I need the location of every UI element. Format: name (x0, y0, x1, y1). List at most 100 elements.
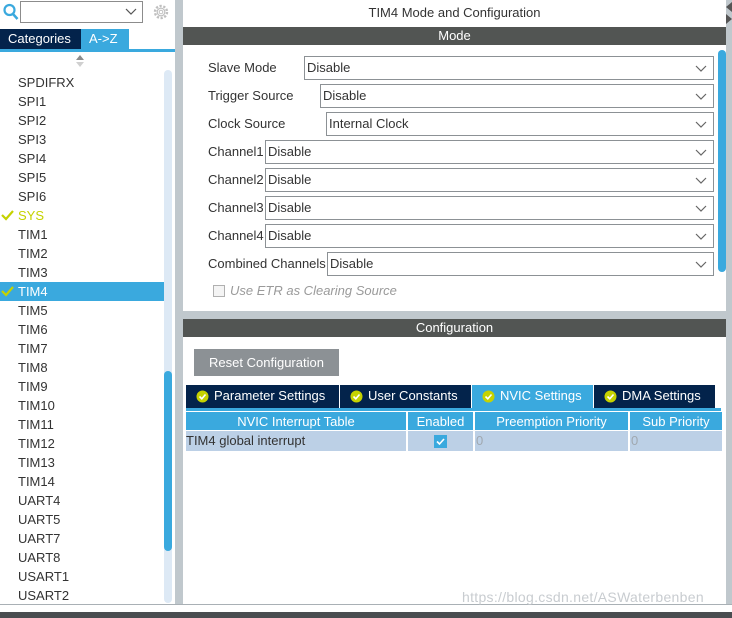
column-header-interrupt[interactable]: NVIC Interrupt Table (186, 411, 408, 431)
sidebar-item-tim1[interactable]: TIM1 (0, 225, 164, 244)
sidebar-item-tim8[interactable]: TIM8 (0, 358, 164, 377)
combined-channels-select[interactable]: Disable (327, 252, 714, 276)
column-header-enabled[interactable]: Enabled (407, 411, 475, 431)
clock-source-select[interactable]: Internal Clock (326, 112, 714, 136)
enabled-checkbox[interactable] (434, 435, 447, 449)
channel4-label: Channel4 (208, 228, 264, 243)
sidebar-item-label: SPI2 (18, 113, 47, 128)
sidebar-item-spi2[interactable]: SPI2 (0, 111, 164, 130)
tab-nvic-settings[interactable]: NVIC Settings (472, 385, 594, 408)
sidebar-item-tim9[interactable]: TIM9 (0, 377, 164, 396)
right-splitter[interactable] (726, 0, 732, 604)
column-header-preemption[interactable]: Preemption Priority (474, 411, 630, 431)
page-title: TIM4 Mode and Configuration (183, 0, 726, 27)
trigger-source-value: Disable (323, 88, 367, 103)
chevron-down-icon[interactable] (695, 231, 707, 241)
sidebar-item-usart1[interactable]: USART1 (0, 567, 164, 586)
interrupt-name: TIM4 global interrupt (186, 430, 408, 451)
sidebar-item-label: SPI1 (18, 94, 47, 109)
sidebar-item-tim6[interactable]: TIM6 (0, 320, 164, 339)
gear-icon[interactable] (152, 3, 170, 21)
channel1-select[interactable]: Disable (265, 140, 714, 164)
trigger-source-select[interactable]: Disable (320, 84, 714, 108)
tab-user-constants[interactable]: User Constants (340, 385, 472, 408)
sidebar-item-sys[interactable]: SYS (0, 206, 164, 225)
chevron-down-icon[interactable] (695, 119, 707, 129)
channel2-select[interactable]: Disable (265, 168, 714, 192)
sidebar-item-spdifrx[interactable]: SPDIFRX (0, 73, 164, 92)
main-panel: TIM4 Mode and Configuration Mode Slave M… (183, 0, 726, 604)
sidebar-item-uart5[interactable]: UART5 (0, 510, 164, 529)
chevron-down-icon[interactable] (695, 91, 707, 101)
mode-scrollbar[interactable] (718, 50, 726, 272)
sidebar-item-uart7[interactable]: UART7 (0, 529, 164, 548)
sidebar-item-tim13[interactable]: TIM13 (0, 453, 164, 472)
configuration-tabs: Parameter Settings User Constants NVIC Set… (186, 385, 721, 411)
sidebar-item-label: TIM12 (18, 436, 55, 451)
column-header-sub-priority[interactable]: Sub Priority (629, 411, 724, 431)
chevron-down-icon[interactable] (125, 5, 137, 17)
sidebar-item-uart4[interactable]: UART4 (0, 491, 164, 510)
sidebar-scrollbar[interactable] (164, 70, 172, 603)
search-icon[interactable] (3, 3, 19, 21)
channel3-select[interactable]: Disable (265, 196, 714, 220)
sidebar-item-label: TIM1 (18, 227, 48, 242)
sidebar-item-tim14[interactable]: TIM14 (0, 472, 164, 491)
sidebar-item-label: TIM4 (18, 284, 48, 299)
taskbar-edge (0, 612, 732, 618)
tab-categories[interactable]: Categories (0, 29, 81, 49)
section-divider (183, 311, 726, 319)
sidebar-scrollbar-thumb[interactable] (164, 371, 172, 551)
sidebar-item-label: UART4 (18, 493, 61, 508)
sidebar-item-usart2[interactable]: USART2 (0, 586, 164, 603)
sidebar-item-spi5[interactable]: SPI5 (0, 168, 164, 187)
ok-status-icon (196, 390, 209, 403)
mode-scrollbar-thumb[interactable] (718, 50, 726, 272)
sidebar-item-label: TIM3 (18, 265, 48, 280)
chevron-down-icon[interactable] (695, 63, 707, 73)
sidebar-item-tim5[interactable]: TIM5 (0, 301, 164, 320)
sidebar-item-spi3[interactable]: SPI3 (0, 130, 164, 149)
sidebar-item-spi4[interactable]: SPI4 (0, 149, 164, 168)
configuration-panel: Reset Configuration Parameter Settings Us… (183, 337, 726, 604)
sidebar-item-tim12[interactable]: TIM12 (0, 434, 164, 453)
tab-label: Parameter Settings (214, 388, 326, 403)
tab-a-to-z[interactable]: A->Z (81, 29, 129, 49)
sidebar-item-label: SPI3 (18, 132, 47, 147)
table-row[interactable]: TIM4 global interrupt 0 0 (186, 430, 724, 451)
splitter[interactable] (175, 0, 183, 604)
sidebar-item-tim11[interactable]: TIM11 (0, 415, 164, 434)
sidebar-item-label: SPI6 (18, 189, 47, 204)
chevron-down-icon[interactable] (695, 175, 707, 185)
preemption-priority-cell[interactable]: 0 (474, 430, 630, 451)
sidebar-item-spi6[interactable]: SPI6 (0, 187, 164, 206)
reset-configuration-button[interactable]: Reset Configuration (194, 349, 339, 376)
tab-parameter-settings[interactable]: Parameter Settings (186, 385, 340, 408)
combined-channels-label: Combined Channels (208, 256, 326, 271)
search-combobox[interactable] (20, 1, 143, 23)
collapse-arrows-icon[interactable] (726, 0, 732, 26)
clock-source-label: Clock Source (208, 116, 286, 131)
sidebar-item-tim3[interactable]: TIM3 (0, 263, 164, 282)
ok-status-icon (350, 390, 363, 403)
sidebar-item-tim4[interactable]: TIM4 (0, 282, 164, 301)
channel4-select[interactable]: Disable (265, 224, 714, 248)
sort-arrows-icon[interactable] (76, 55, 84, 67)
chevron-down-icon[interactable] (695, 203, 707, 213)
channel1-label: Channel1 (208, 144, 264, 159)
etr-label: Use ETR as Clearing Source (230, 283, 397, 298)
sidebar-item-tim10[interactable]: TIM10 (0, 396, 164, 415)
etr-checkbox[interactable] (213, 285, 225, 297)
tab-dma-settings[interactable]: DMA Settings (594, 385, 716, 408)
chevron-down-icon[interactable] (695, 259, 707, 269)
sidebar-item-uart8[interactable]: UART8 (0, 548, 164, 567)
slave-mode-select[interactable]: Disable (304, 56, 714, 80)
sub-priority-cell[interactable]: 0 (629, 430, 724, 451)
sidebar-item-tim7[interactable]: TIM7 (0, 339, 164, 358)
sidebar-item-tim2[interactable]: TIM2 (0, 244, 164, 263)
chevron-down-icon[interactable] (695, 147, 707, 157)
channel2-label: Channel2 (208, 172, 264, 187)
search-input[interactable] (21, 2, 121, 22)
channel1-value: Disable (268, 144, 312, 159)
sidebar-item-spi1[interactable]: SPI1 (0, 92, 164, 111)
